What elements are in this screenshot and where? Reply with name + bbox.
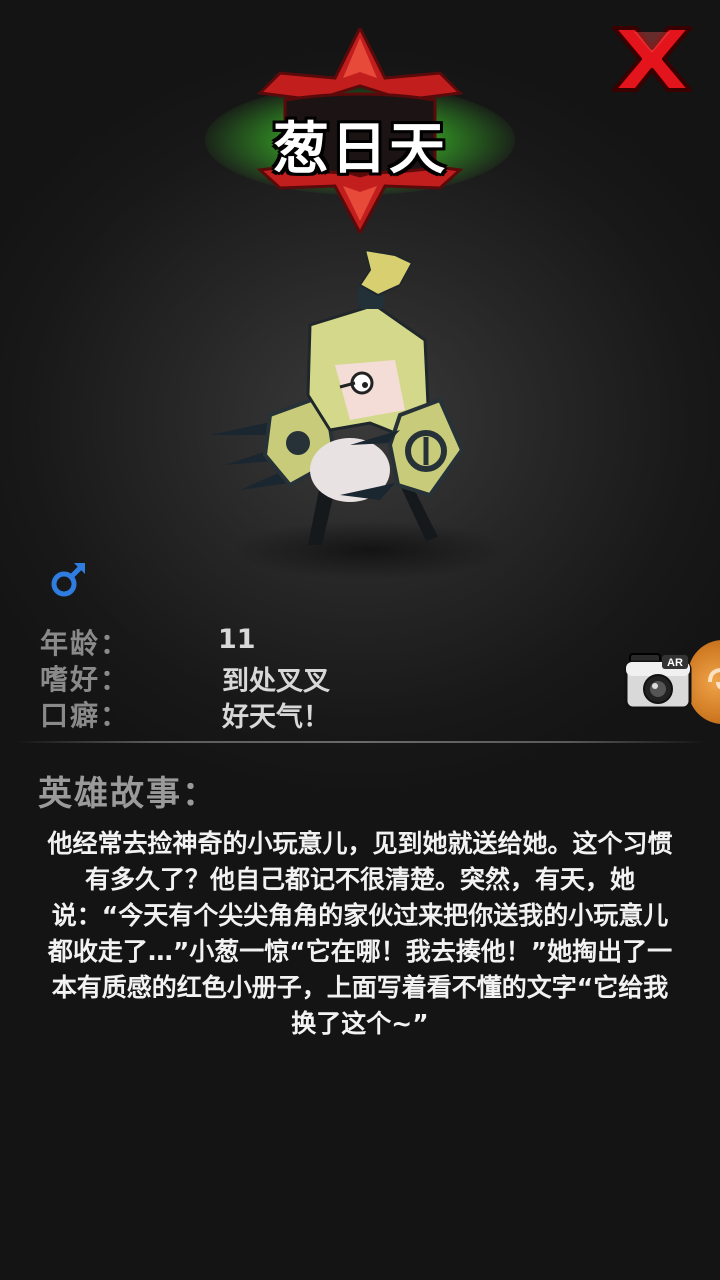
catchphrase-value: 好天气！	[222, 702, 330, 733]
hero-character	[210, 248, 465, 545]
age-label: 年龄：	[40, 627, 131, 660]
close-icon	[612, 26, 692, 92]
hero-name: 葱日天	[273, 117, 447, 182]
side-tab-button[interactable]	[688, 640, 720, 724]
story-heading: 英雄故事：	[38, 774, 218, 814]
male-symbol-icon	[51, 563, 85, 597]
ar-label: AR	[667, 657, 683, 669]
catchphrase-label: 口癖：	[40, 699, 131, 732]
swirl-icon	[708, 668, 720, 690]
section-divider	[14, 741, 706, 743]
story-text: 他经常去捡神奇的小玩意儿，见到她就送给她。这个习惯有多久了？他自己都记不很清楚。…	[47, 829, 673, 1038]
hobby-label: 嗜好：	[40, 663, 131, 696]
close-button[interactable]	[610, 22, 694, 96]
hobby-value: 到处叉叉	[222, 666, 330, 697]
age-value: 11	[218, 624, 256, 655]
hero-detail-screen: 葱日天 年龄： 11 嗜好： 到处叉叉 口癖： 好天气！ AR 英雄故事： 他经…	[0, 0, 720, 1280]
ar-camera-button[interactable]: AR	[624, 650, 692, 712]
